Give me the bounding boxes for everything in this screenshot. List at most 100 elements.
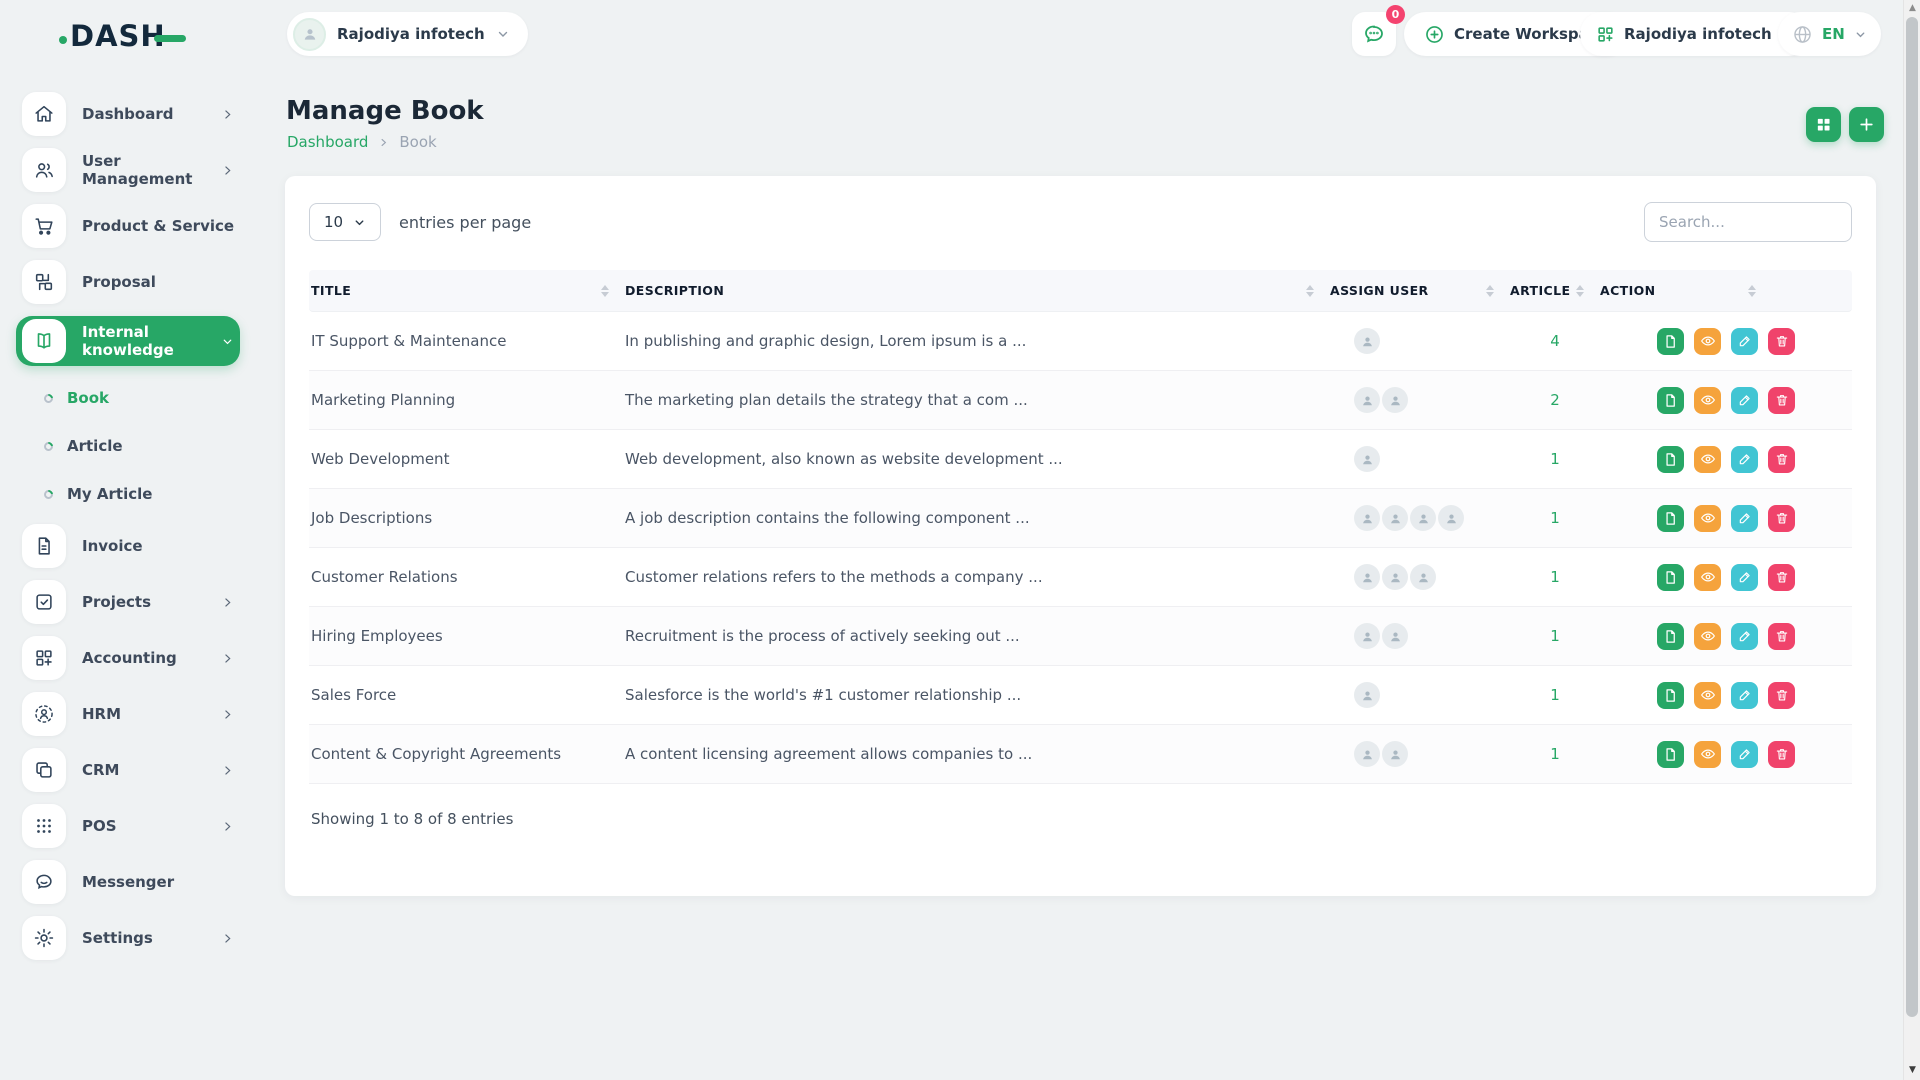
delete-button[interactable] xyxy=(1768,328,1795,355)
delete-button[interactable] xyxy=(1768,741,1795,768)
entries-per-page-select[interactable]: 10 xyxy=(309,203,381,241)
scroll-down-arrow[interactable]: ▼ xyxy=(1904,1062,1920,1078)
sidebar-subitem-book[interactable]: Book xyxy=(0,374,256,422)
article-count-link[interactable]: 4 xyxy=(1550,332,1560,350)
chevron-right-icon xyxy=(221,764,234,777)
sort-icon xyxy=(1748,285,1756,297)
articles-button[interactable] xyxy=(1657,564,1684,591)
cell-description: Salesforce is the world's #1 customer re… xyxy=(625,686,1330,704)
check-square-icon xyxy=(22,580,66,624)
edit-button[interactable] xyxy=(1731,328,1758,355)
sidebar-item-product-service[interactable]: Product & Service xyxy=(22,204,240,248)
pencil-icon xyxy=(1738,334,1752,348)
edit-button[interactable] xyxy=(1731,682,1758,709)
company-selector[interactable]: Rajodiya infotech xyxy=(1580,12,1811,56)
sidebar-subitem-my-article[interactable]: My Article xyxy=(0,470,256,518)
sidebar-item-proposal[interactable]: Proposal xyxy=(22,260,240,304)
articles-button[interactable] xyxy=(1657,328,1684,355)
add-book-button[interactable] xyxy=(1849,107,1884,142)
delete-button[interactable] xyxy=(1768,505,1795,532)
cell-description: The marketing plan details the strategy … xyxy=(625,391,1330,409)
view-button[interactable] xyxy=(1694,328,1721,355)
cell-title: Hiring Employees xyxy=(309,627,625,645)
page-scrollbar[interactable]: ▲ ▼ xyxy=(1903,0,1920,1080)
article-count-link[interactable]: 1 xyxy=(1550,745,1560,763)
sidebar-item-settings[interactable]: Settings xyxy=(22,916,240,960)
column-header-assign-user[interactable]: ASSIGN USER xyxy=(1330,283,1510,298)
article-count-link[interactable]: 1 xyxy=(1550,509,1560,527)
view-button[interactable] xyxy=(1694,682,1721,709)
sidebar-item-projects[interactable]: Projects xyxy=(22,580,240,624)
workspace-selector[interactable]: Rajodiya infotech xyxy=(287,12,528,56)
sidebar-item-messenger[interactable]: Messenger xyxy=(22,860,240,904)
chevron-right-icon xyxy=(221,820,234,833)
chevron-right-icon xyxy=(221,708,234,721)
edit-button[interactable] xyxy=(1731,741,1758,768)
table-row: IT Support & Maintenance In publishing a… xyxy=(309,312,1852,371)
scrollbar-thumb[interactable] xyxy=(1906,17,1918,1017)
search-input[interactable] xyxy=(1644,202,1852,242)
article-count-link[interactable]: 1 xyxy=(1550,450,1560,468)
delete-button[interactable] xyxy=(1768,564,1795,591)
article-count-link[interactable]: 1 xyxy=(1550,686,1560,704)
sidebar-item-accounting[interactable]: Accounting xyxy=(22,636,240,680)
articles-button[interactable] xyxy=(1657,623,1684,650)
view-button[interactable] xyxy=(1694,564,1721,591)
articles-button[interactable] xyxy=(1657,387,1684,414)
view-button[interactable] xyxy=(1694,741,1721,768)
eye-icon xyxy=(1700,746,1716,762)
sidebar-item-invoice[interactable]: Invoice xyxy=(22,524,240,568)
language-selector[interactable]: EN xyxy=(1778,12,1881,56)
assign-user-avatars xyxy=(1330,682,1510,708)
edit-button[interactable] xyxy=(1731,387,1758,414)
pencil-icon xyxy=(1738,688,1752,702)
articles-button[interactable] xyxy=(1657,505,1684,532)
grid-view-button[interactable] xyxy=(1806,107,1841,142)
sidebar-item-pos[interactable]: POS xyxy=(22,804,240,848)
edit-button[interactable] xyxy=(1731,623,1758,650)
sidebar-item-internal-knowledge[interactable]: Internal knowledge xyxy=(16,316,240,366)
view-button[interactable] xyxy=(1694,387,1721,414)
scroll-up-arrow[interactable]: ▲ xyxy=(1904,0,1920,16)
file-icon xyxy=(1663,393,1678,408)
language-selector-label: EN xyxy=(1822,25,1845,43)
delete-button[interactable] xyxy=(1768,387,1795,414)
sidebar-item-crm[interactable]: CRM xyxy=(22,748,240,792)
messenger-button[interactable]: 0 xyxy=(1352,12,1396,56)
article-count-link[interactable]: 1 xyxy=(1550,627,1560,645)
user-avatar xyxy=(1438,505,1464,531)
view-button[interactable] xyxy=(1694,505,1721,532)
person-icon xyxy=(1416,570,1431,585)
articles-button[interactable] xyxy=(1657,682,1684,709)
delete-button[interactable] xyxy=(1768,446,1795,473)
article-count-link[interactable]: 1 xyxy=(1550,568,1560,586)
column-header-action[interactable]: ACTION xyxy=(1600,283,1852,298)
cell-actions xyxy=(1600,505,1852,532)
view-button[interactable] xyxy=(1694,446,1721,473)
sidebar-item-dashboard[interactable]: Dashboard xyxy=(22,92,240,136)
delete-button[interactable] xyxy=(1768,623,1795,650)
assign-user-avatars xyxy=(1330,387,1510,413)
articles-button[interactable] xyxy=(1657,446,1684,473)
articles-button[interactable] xyxy=(1657,741,1684,768)
sidebar-item-user-management[interactable]: User Management xyxy=(22,148,240,192)
column-header-article[interactable]: ARTICLE xyxy=(1510,283,1600,298)
table-row: Sales Force Salesforce is the world's #1… xyxy=(309,666,1852,725)
edit-button[interactable] xyxy=(1731,505,1758,532)
cell-description: A job description contains the following… xyxy=(625,509,1330,527)
person-icon xyxy=(1360,629,1375,644)
view-button[interactable] xyxy=(1694,623,1721,650)
column-header-title[interactable]: TITLE xyxy=(309,283,625,298)
cell-actions xyxy=(1600,564,1852,591)
breadcrumb-dashboard-link[interactable]: Dashboard xyxy=(287,133,368,151)
chat-bubble-icon xyxy=(1362,22,1386,46)
assign-user-avatars xyxy=(1330,446,1510,472)
sidebar-subitem-article[interactable]: Article xyxy=(0,422,256,470)
file-icon xyxy=(1663,452,1678,467)
edit-button[interactable] xyxy=(1731,564,1758,591)
edit-button[interactable] xyxy=(1731,446,1758,473)
sidebar-item-hrm[interactable]: HRM xyxy=(22,692,240,736)
column-header-description[interactable]: DESCRIPTION xyxy=(625,283,1330,298)
article-count-link[interactable]: 2 xyxy=(1550,391,1560,409)
delete-button[interactable] xyxy=(1768,682,1795,709)
